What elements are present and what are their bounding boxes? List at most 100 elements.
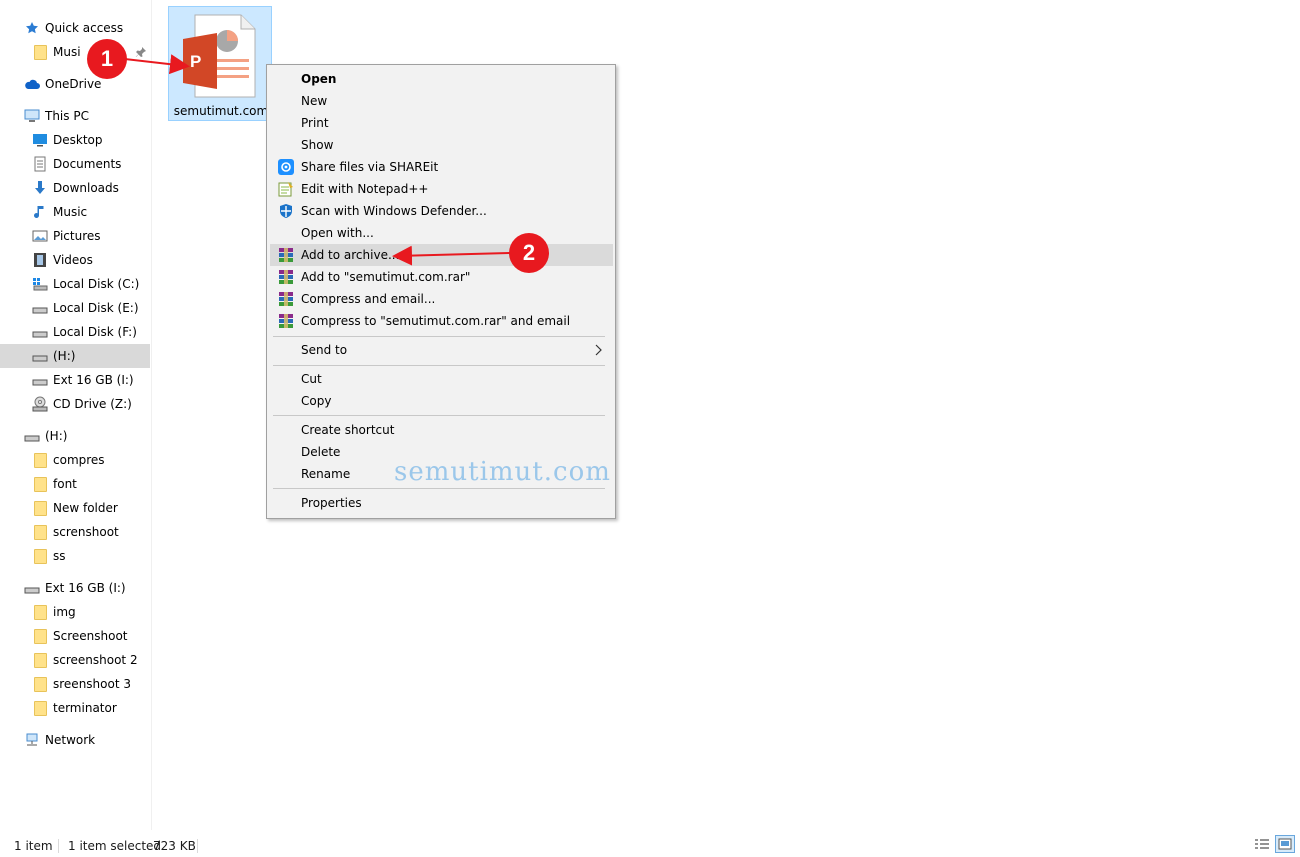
sidebar-item-local-disk-c[interactable]: Local Disk (C:) (0, 272, 150, 296)
sidebar-item-ext-16gb-root[interactable]: Ext 16 GB (I:) (0, 576, 150, 600)
menu-item-label: Open (301, 72, 337, 86)
large-icons-view-button[interactable] (1275, 835, 1295, 853)
sidebar-item-musi[interactable]: Musi (0, 40, 150, 64)
sidebar-item-ext-16gb[interactable]: Ext 16 GB (I:) (0, 368, 150, 392)
menu-item-label: Print (301, 116, 329, 130)
folder-icon (32, 524, 48, 540)
menu-separator (273, 488, 605, 489)
menu-item-shareit[interactable]: Share files via SHAREit (270, 156, 613, 178)
sidebar-item-label: Musi (53, 45, 81, 59)
menu-item-show[interactable]: Show (270, 134, 613, 156)
details-view-button[interactable] (1252, 835, 1272, 853)
sidebar-item-new-folder[interactable]: New folder (0, 496, 150, 520)
menu-item-label: Share files via SHAREit (301, 160, 439, 174)
watermark-text: semutimut.com (394, 457, 611, 487)
cloud-icon (24, 76, 40, 92)
pictures-icon (32, 228, 48, 244)
sidebar-item-label: Desktop (53, 133, 103, 147)
context-menu: Open New Print Show Share files via SHAR… (266, 64, 616, 519)
menu-item-compress-and-email[interactable]: Compress and email... (270, 288, 613, 310)
menu-item-label: Add to "semutimut.com.rar" (301, 270, 471, 284)
sidebar-item-screnshoot[interactable]: screnshoot (0, 520, 150, 544)
item-count: 1 item (14, 839, 53, 853)
status-divider (58, 839, 59, 853)
network-icon (24, 732, 40, 748)
sidebar-item-label: Local Disk (C:) (53, 277, 140, 291)
pin-icon[interactable] (135, 46, 147, 58)
sidebar-item-img[interactable]: img (0, 600, 150, 624)
sidebar-item-this-pc[interactable]: This PC (0, 104, 150, 128)
status-divider (197, 839, 198, 853)
menu-item-label: Cut (301, 372, 322, 386)
powerpoint-file-icon (183, 14, 256, 98)
sidebar-item-screenshoot-2[interactable]: screenshoot 2 (0, 648, 150, 672)
sidebar-item-network[interactable]: Network (0, 728, 150, 752)
selection-size: 723 KB (153, 839, 196, 853)
drive-icon (32, 372, 48, 388)
details-view-icon (1255, 839, 1269, 849)
sidebar-item-label: Videos (53, 253, 93, 267)
sidebar-item-label: Screenshoot (53, 629, 128, 643)
menu-item-notepad-plus-plus[interactable]: Edit with Notepad++ (270, 178, 613, 200)
sidebar-item-cd-drive[interactable]: CD Drive (Z:) (0, 392, 150, 416)
menu-item-copy[interactable]: Copy (270, 390, 613, 412)
menu-item-create-shortcut[interactable]: Create shortcut (270, 419, 613, 441)
sidebar-item-label: compres (53, 453, 105, 467)
menu-item-label: Copy (301, 394, 332, 408)
folder-icon (32, 548, 48, 564)
powerpoint-letter: P (190, 52, 202, 71)
menu-item-add-to-rar[interactable]: Add to "semutimut.com.rar" (270, 266, 613, 288)
sidebar-item-label: (H:) (53, 349, 76, 363)
menu-item-open[interactable]: Open (270, 68, 613, 90)
sidebar-item-onedrive[interactable]: OneDrive (0, 72, 150, 96)
sidebar-item-sreenshoot-3[interactable]: sreenshoot 3 (0, 672, 150, 696)
menu-item-open-with[interactable]: Open with... (270, 222, 613, 244)
annotation-arrows (124, 54, 511, 266)
sidebar-item-local-disk-f[interactable]: Local Disk (F:) (0, 320, 150, 344)
menu-item-add-to-archive[interactable]: Add to archive... (270, 244, 613, 266)
sidebar-item-downloads[interactable]: Downloads (0, 176, 150, 200)
sidebar-item-font[interactable]: font (0, 472, 150, 496)
file-name: semutimut.com (173, 104, 269, 118)
windows-drive-icon (32, 276, 48, 292)
menu-item-label: Create shortcut (301, 423, 395, 437)
notepad-plus-plus-icon (278, 181, 294, 197)
sidebar-item-compres[interactable]: compres (0, 448, 150, 472)
sidebar-item-label: Local Disk (E:) (53, 301, 139, 315)
folder-icon (32, 676, 48, 692)
file-item[interactable]: P semutimut.com (168, 6, 272, 121)
sidebar-item-local-disk-e[interactable]: Local Disk (E:) (0, 296, 150, 320)
sidebar-item-label: Ext 16 GB (I:) (53, 373, 134, 387)
menu-item-cut[interactable]: Cut (270, 368, 613, 390)
menu-item-new[interactable]: New (270, 90, 613, 112)
sidebar-item-label: (H:) (45, 429, 68, 443)
sidebar-item-videos[interactable]: Videos (0, 248, 150, 272)
step-2-badge: 2 (509, 233, 549, 273)
sidebar-item-label: Documents (53, 157, 122, 171)
menu-item-windows-defender[interactable]: Scan with Windows Defender... (270, 200, 613, 222)
menu-item-label: Scan with Windows Defender... (301, 204, 487, 218)
drive-icon (32, 348, 48, 364)
winrar-icon (278, 313, 294, 329)
folder-icon (32, 476, 48, 492)
sidebar-item-quick-access[interactable]: Quick access (0, 16, 150, 40)
menu-item-properties[interactable]: Properties (270, 492, 613, 514)
sidebar-item-documents[interactable]: Documents (0, 152, 150, 176)
menu-item-print[interactable]: Print (270, 112, 613, 134)
menu-item-send-to[interactable]: Send to (270, 339, 613, 361)
winrar-icon (278, 291, 294, 307)
menu-item-compress-to-rar-and-email[interactable]: Compress to "semutimut.com.rar" and emai… (270, 310, 613, 332)
sidebar-item-label: img (53, 605, 76, 619)
sidebar-item-ss[interactable]: ss (0, 544, 150, 568)
sidebar-item-screenshoot[interactable]: Screenshoot (0, 624, 150, 648)
folder-icon (32, 628, 48, 644)
drive-icon (24, 580, 40, 596)
menu-item-label: Send to (301, 343, 348, 357)
sidebar-item-drive-h[interactable]: (H:) (0, 344, 150, 368)
chevron-right-icon (595, 344, 603, 356)
sidebar-item-pictures[interactable]: Pictures (0, 224, 150, 248)
sidebar-item-terminator[interactable]: terminator (0, 696, 150, 720)
sidebar-item-drive-h-root[interactable]: (H:) (0, 424, 150, 448)
sidebar-item-desktop[interactable]: Desktop (0, 128, 150, 152)
sidebar-item-music[interactable]: Music (0, 200, 150, 224)
